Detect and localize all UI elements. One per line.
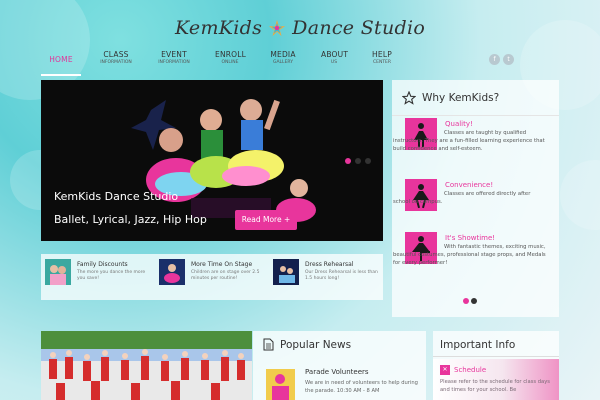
nav-sublabel: ONLINE xyxy=(221,60,239,65)
bokeh-decoration xyxy=(560,160,600,230)
site-logo[interactable]: KemKids Dance Studio xyxy=(175,17,425,39)
nav-label: ABOUT xyxy=(321,50,349,59)
nav-item-help-center[interactable]: HELP CENTER xyxy=(371,46,393,76)
nav-item-class-information[interactable]: CLASS INFORMATION xyxy=(99,46,133,76)
why-item-text: Classes are offered directly after schoo… xyxy=(393,191,531,205)
important-info-panel: Important Info ✕ Schedule Please refer t… xyxy=(433,331,559,400)
social-links: f t xyxy=(489,54,514,65)
facebook-icon[interactable]: f xyxy=(489,54,500,65)
info-item-title: Schedule xyxy=(454,366,487,374)
site-header: KemKids Dance Studio xyxy=(41,10,559,46)
family-discounts-image xyxy=(45,259,71,285)
nav-sublabel: GALLERY xyxy=(272,60,293,65)
nav-item-media-gallery[interactable]: MEDIA GALLERY xyxy=(270,46,296,76)
nav-label: HELP xyxy=(372,50,392,59)
nav-label: ENROLL xyxy=(215,50,247,59)
why-item-text: Classes are taught by qualified instruct… xyxy=(393,130,545,152)
nav-sublabel: CENTER xyxy=(372,60,392,65)
features-strip: Family Discounts The more you dance the … xyxy=(41,254,383,300)
feature-text: Our Dress Rehearsal is less than 1.5 hou… xyxy=(305,270,378,282)
twitter-icon[interactable]: t xyxy=(503,54,514,65)
nav-item-home[interactable]: HOME xyxy=(41,46,81,76)
why-kemkids-panel: Why KemKids? Quality! Classes are taught… xyxy=(392,80,559,317)
feature-more-time-on-stage[interactable]: More Time On Stage Children are on stage… xyxy=(155,254,269,300)
feature-dress-rehearsal[interactable]: Dress Rehearsal Our Dress Rehearsal is l… xyxy=(269,254,383,300)
feature-title: More Time On Stage xyxy=(191,261,253,268)
popular-news-panel: Popular News Parade Volunteers We are in… xyxy=(253,331,426,400)
star-icon xyxy=(402,90,416,105)
why-header: Why KemKids? xyxy=(392,80,559,116)
nav-sublabel: US xyxy=(330,60,338,65)
news-item-title[interactable]: Parade Volunteers xyxy=(305,368,369,376)
nav-label: CLASS xyxy=(103,50,129,59)
news-title: Popular News xyxy=(280,338,352,351)
news-thumbnail[interactable] xyxy=(266,369,295,400)
feature-text: Children are on stage over 2.5 minutes p… xyxy=(191,270,260,282)
feature-text: The more you dance the more you save! xyxy=(77,270,146,282)
nav-item-enroll-online[interactable]: ENROLL ONLINE xyxy=(215,46,247,76)
nav-label: HOME xyxy=(49,55,73,64)
slider-dot[interactable] xyxy=(355,158,361,164)
nav-item-event-information[interactable]: EVENT INFORMATION xyxy=(157,46,191,76)
nav-sublabel: INFORMATION xyxy=(100,60,132,65)
brand-name-right: Dance Studio xyxy=(292,17,426,39)
slider-pagination xyxy=(345,158,371,164)
stage-image xyxy=(159,259,185,285)
parade-photo xyxy=(41,331,252,400)
brand-name-left: KemKids xyxy=(174,17,263,39)
divider xyxy=(433,356,559,357)
hero-slider: KemKids Dance Studio Ballet, Lyrical, Ja… xyxy=(41,80,383,241)
hero-subtitle: Ballet, Lyrical, Jazz, Hip Hop xyxy=(54,213,207,226)
nav-label: EVENT xyxy=(161,50,187,59)
info-item-schedule[interactable]: ✕ Schedule xyxy=(440,365,486,375)
document-icon xyxy=(263,338,274,351)
why-item-title: It's Showtime! xyxy=(445,234,496,242)
news-item-text: We are in need of volunteers to help dur… xyxy=(305,380,418,394)
slider-dot-active[interactable] xyxy=(345,158,351,164)
nav-item-about-us[interactable]: ABOUT US xyxy=(321,46,349,76)
nav-label: MEDIA xyxy=(270,50,296,59)
why-dot-active[interactable] xyxy=(463,298,469,304)
read-more-button[interactable]: Read More + xyxy=(235,210,297,230)
main-nav: HOME CLASS INFORMATION EVENT INFORMATION… xyxy=(41,46,559,78)
info-body: ✕ Schedule Please refer to the schedule … xyxy=(433,359,559,400)
nav-sublabel: INFORMATION xyxy=(158,60,190,65)
parade-illustration xyxy=(41,331,252,400)
why-item-title: Convenience! xyxy=(445,181,494,189)
hero-title: KemKids Dance Studio xyxy=(54,190,179,203)
slider-dot[interactable] xyxy=(365,158,371,164)
why-pagination xyxy=(463,298,477,304)
info-title: Important Info xyxy=(440,339,516,351)
news-header: Popular News xyxy=(253,331,426,351)
close-icon: ✕ xyxy=(440,365,450,375)
feature-title: Dress Rehearsal xyxy=(305,261,354,268)
info-item-text: Please refer to the schedule for class d… xyxy=(440,379,550,393)
why-item-text: With fantastic themes, exciting music, b… xyxy=(393,244,546,266)
star-logo-icon xyxy=(269,19,286,37)
feature-family-discounts[interactable]: Family Discounts The more you dance the … xyxy=(41,254,155,300)
why-title: Why KemKids? xyxy=(422,91,500,104)
why-item-title: Quality! xyxy=(445,120,473,128)
feature-title: Family Discounts xyxy=(77,261,128,268)
why-dot[interactable] xyxy=(471,298,477,304)
rehearsal-image xyxy=(273,259,299,285)
page-container: KemKids Dance Studio HOME CLASS INFORMAT… xyxy=(41,10,559,76)
